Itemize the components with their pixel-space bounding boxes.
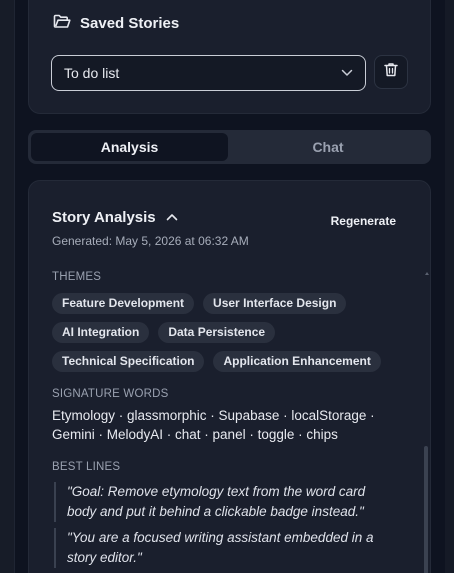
regenerate-button[interactable]: Regenerate [331,214,396,228]
theme-chip: Technical Specification [52,351,205,372]
themes-label: THEMES [52,271,102,283]
analysis-title: Story Analysis [52,208,156,226]
app-root: Saved Stories To do list Analysis Chat S… [0,0,454,573]
theme-chip: AI Integration [52,322,150,343]
theme-chip: User Interface Design [203,293,347,314]
tab-analysis[interactable]: Analysis [31,133,228,161]
best-line-quote: "Goal: Remove etymology text from the wo… [54,482,387,522]
theme-chip: Feature Development [52,293,195,314]
scrollbar-thumb[interactable] [424,446,428,573]
story-select-value: To do list [64,65,120,81]
theme-chip: Application Enhancement [213,351,381,372]
chevron-down-icon [341,64,353,82]
chevron-up-icon[interactable] [166,208,178,226]
left-panel-edge [0,0,15,573]
right-panel-edge [445,0,454,573]
signature-words-label: SIGNATURE WORDS [52,388,169,400]
best-lines-label: BEST LINES [52,461,121,473]
delete-story-button[interactable] [374,55,408,89]
folder-open-icon [53,13,71,34]
saved-stories-card: Saved Stories To do list [28,0,431,114]
view-tabs: Analysis Chat [28,130,431,164]
saved-stories-header: Saved Stories [53,13,179,34]
saved-stories-title: Saved Stories [80,15,180,32]
analysis-header[interactable]: Story Analysis [52,208,178,226]
themes-chips: Feature Development User Interface Desig… [52,293,392,372]
signature-words-line: Gemini · MelodyAI · chat · panel · toggl… [52,427,338,442]
scroll-up-arrow-icon[interactable] [425,272,429,275]
best-line-quote: "You are a focused writing assistant emb… [54,528,387,568]
tab-chat[interactable]: Chat [228,133,428,161]
generated-timestamp: Generated: May 5, 2026 at 06:32 AM [52,234,249,248]
signature-words: Etymology · glassmorphic · Supabase · lo… [52,406,382,444]
theme-chip: Data Persistence [158,322,276,343]
trash-icon [384,62,398,82]
story-analysis-card: Story Analysis Regenerate Generated: May… [28,180,431,573]
story-select[interactable]: To do list [51,55,366,91]
signature-words-line: Etymology · glassmorphic · Supabase · lo… [52,408,375,423]
